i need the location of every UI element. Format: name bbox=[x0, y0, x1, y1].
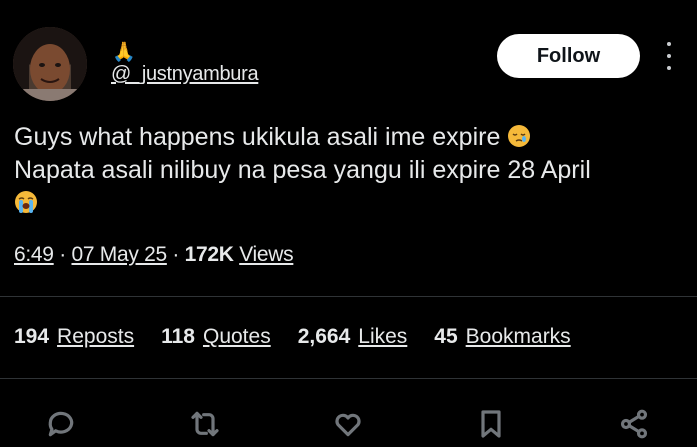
display-name[interactable]: 🙏 bbox=[112, 40, 136, 64]
repost-icon[interactable] bbox=[185, 404, 225, 444]
loudly-crying-face-emoji-icon bbox=[14, 190, 38, 214]
user-handle[interactable]: @_justnyambura bbox=[111, 63, 259, 86]
more-options-icon[interactable] bbox=[661, 42, 677, 70]
tweet-meta: 6:49 · 07 May 25 · 172K Views bbox=[14, 243, 294, 267]
views-label[interactable]: Views bbox=[239, 243, 293, 266]
likes-stat[interactable]: 2,664 Likes bbox=[298, 325, 408, 349]
bookmarks-label: Bookmarks bbox=[465, 325, 571, 348]
meta-separator: · bbox=[172, 243, 180, 266]
quotes-label: Quotes bbox=[202, 325, 271, 348]
quotes-stat[interactable]: 118 Quotes bbox=[161, 325, 271, 349]
engagement-stats: 194 Reposts 118 Quotes 2,664 Likes 45 Bookma… bbox=[14, 325, 598, 349]
bookmarks-stat[interactable]: 45 Bookmarks bbox=[434, 325, 570, 349]
tweet-date[interactable]: 07 May 25 bbox=[71, 243, 167, 266]
likes-label: Likes bbox=[358, 325, 408, 348]
reposts-count: 194 bbox=[14, 325, 50, 348]
reposts-stat[interactable]: 194 Reposts bbox=[14, 325, 134, 349]
tweet-line-2: Napata asali nilibuy na pesa yangu ili e… bbox=[14, 156, 591, 184]
tweet-line-1: Guys what happens ukikula asali ime expi… bbox=[14, 123, 501, 151]
avatar[interactable] bbox=[13, 27, 87, 101]
bookmark-icon[interactable] bbox=[471, 404, 511, 444]
likes-count: 2,664 bbox=[297, 325, 351, 348]
meta-separator: · bbox=[59, 243, 66, 266]
reposts-label: Reposts bbox=[57, 325, 135, 348]
share-icon[interactable] bbox=[614, 404, 654, 444]
tweet-text: Guys what happens ukikula asali ime expi… bbox=[14, 121, 684, 220]
like-icon[interactable] bbox=[328, 404, 368, 444]
views-count: 172K bbox=[184, 243, 234, 266]
sleepy-face-emoji-icon bbox=[507, 124, 531, 148]
divider bbox=[0, 378, 697, 379]
bookmarks-count: 45 bbox=[434, 325, 458, 348]
quotes-count: 118 bbox=[161, 325, 195, 348]
tweet-time[interactable]: 6:49 bbox=[14, 243, 54, 266]
divider bbox=[0, 296, 697, 297]
follow-button[interactable]: Follow bbox=[497, 34, 640, 78]
reply-icon[interactable] bbox=[41, 404, 81, 444]
